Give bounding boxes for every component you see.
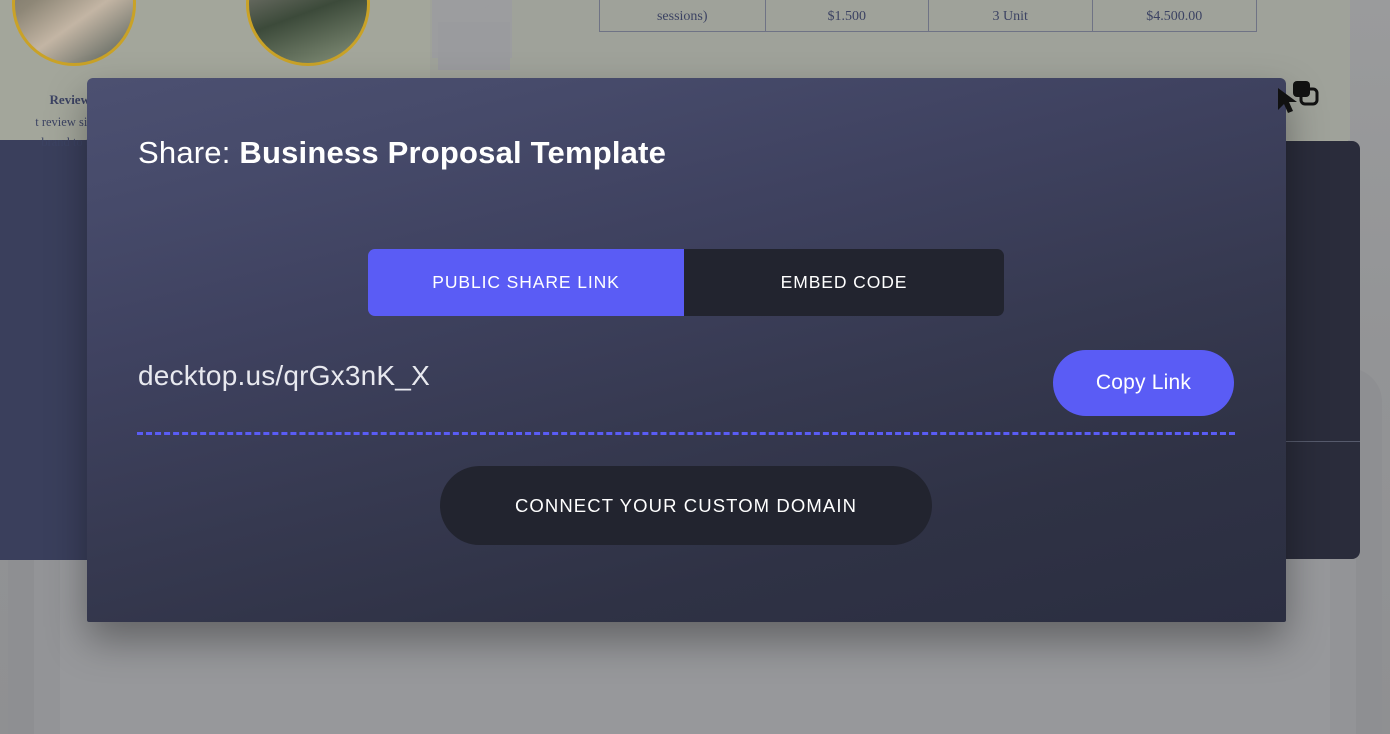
table-cell-price: $1.500: [766, 0, 929, 31]
share-modal: Share: Business Proposal Template PUBLIC…: [87, 78, 1286, 622]
share-link-value[interactable]: decktop.us/qrGx3nK_X: [138, 359, 430, 393]
modal-title: Share: Business Proposal Template: [138, 134, 666, 172]
table-cell-quantity: 3 Unit: [929, 0, 1093, 31]
modal-title-document: Business Proposal Template: [239, 135, 667, 170]
dashed-divider: [137, 432, 1235, 435]
tab-public-share-link[interactable]: PUBLIC SHARE LINK: [368, 249, 684, 316]
table-cell-total: $4.500.00: [1146, 9, 1203, 24]
background-dark-strip: [0, 140, 90, 560]
share-tabs: PUBLIC SHARE LINK EMBED CODE: [368, 249, 1004, 316]
copy-link-button[interactable]: Copy Link: [1053, 350, 1234, 416]
connect-custom-domain-button[interactable]: CONNECT YOUR CUSTOM DOMAIN: [440, 466, 932, 545]
background-pricing-table: sessions) $1.500 3 Unit $4.500.00: [599, 0, 1257, 32]
table-cell-description: sessions): [600, 0, 766, 31]
modal-title-prefix: Share:: [138, 135, 231, 170]
background-slide-block-2: [438, 22, 510, 70]
screen: Review S t review sites br brand to thei…: [0, 0, 1390, 734]
tab-embed-code[interactable]: EMBED CODE: [684, 249, 1004, 316]
